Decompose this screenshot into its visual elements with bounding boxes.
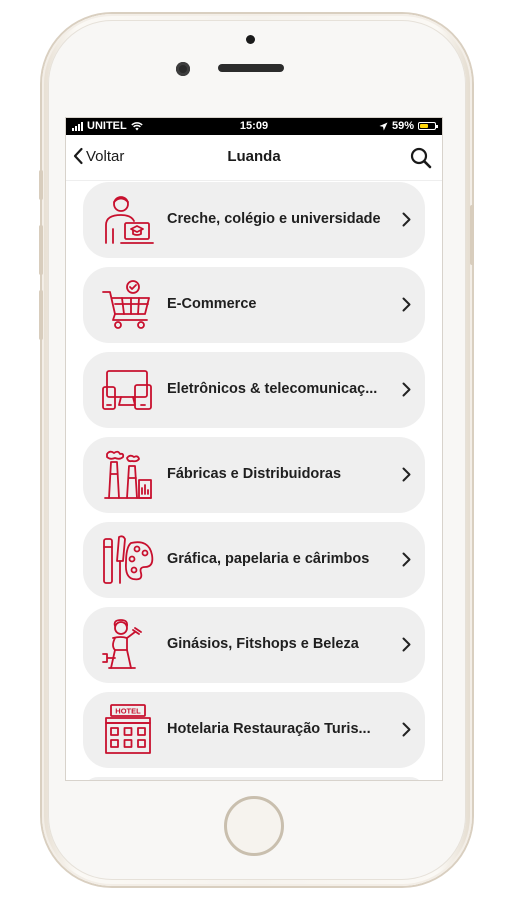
battery-percent: 59% xyxy=(391,120,414,132)
category-item[interactable]: Fábricas e Distribuidoras xyxy=(83,437,425,513)
status-bar: UNITEL 15:09 59% xyxy=(66,118,442,135)
volume-up-button xyxy=(39,225,43,275)
sensor-dot xyxy=(246,35,255,44)
mute-switch xyxy=(39,170,43,200)
category-list: Creche, colégio e universidade E-Commerc… xyxy=(66,182,442,780)
category-item[interactable]: Eletrônicos & telecomunicaç... xyxy=(83,352,425,428)
category-item[interactable]: Gráfica, papelaria e cârimbos xyxy=(83,522,425,598)
factory-icon xyxy=(104,450,152,499)
category-item-partial[interactable] xyxy=(83,777,425,780)
search-icon xyxy=(410,147,432,169)
palette-icon xyxy=(103,535,154,584)
category-label: Ginásios, Fitshops e Beleza xyxy=(167,636,359,652)
chevron-right-icon xyxy=(402,212,411,227)
chevron-right-icon xyxy=(402,382,411,397)
shopping-cart-icon xyxy=(102,280,150,329)
search-button[interactable] xyxy=(410,147,432,174)
hotel-icon: HOTEL xyxy=(105,704,151,754)
battery-icon xyxy=(418,122,438,130)
category-label: Eletrônicos & telecomunicaç... xyxy=(167,381,378,397)
front-camera xyxy=(176,62,190,76)
graduate-icon xyxy=(105,196,154,244)
chevron-right-icon xyxy=(402,297,411,312)
category-item[interactable]: Ginásios, Fitshops e Beleza xyxy=(83,607,425,683)
chevron-right-icon xyxy=(402,722,411,737)
earpiece-speaker xyxy=(218,64,284,72)
chevron-right-icon xyxy=(402,552,411,567)
volume-down-button xyxy=(39,290,43,340)
devices-icon xyxy=(102,370,152,410)
category-label: Hotelaria Restauração Turis... xyxy=(167,721,371,737)
chevron-right-icon xyxy=(402,467,411,482)
home-button[interactable] xyxy=(224,796,284,856)
location-arrow-icon xyxy=(379,122,388,130)
navigation-bar: Voltar Luanda xyxy=(66,135,442,181)
category-label: Gráfica, papelaria e cârimbos xyxy=(167,551,370,567)
page-title: Luanda xyxy=(227,148,281,165)
category-label: Creche, colégio e universidade xyxy=(167,211,381,227)
fitness-icon xyxy=(102,619,142,669)
power-button xyxy=(470,205,474,265)
category-label: Fábricas e Distribuidoras xyxy=(167,466,342,482)
category-item[interactable]: Creche, colégio e universidade xyxy=(83,182,425,258)
chevron-right-icon xyxy=(402,637,411,652)
category-label: E-Commerce xyxy=(167,296,257,312)
category-item[interactable]: E-Commerce xyxy=(83,267,425,343)
svg-text:HOTEL: HOTEL xyxy=(115,707,141,716)
screen: UNITEL 15:09 59% Voltar Luanda Creche, c… xyxy=(66,118,442,780)
category-item[interactable]: HOTEL Hotelaria Restauração Turis... xyxy=(83,692,425,768)
